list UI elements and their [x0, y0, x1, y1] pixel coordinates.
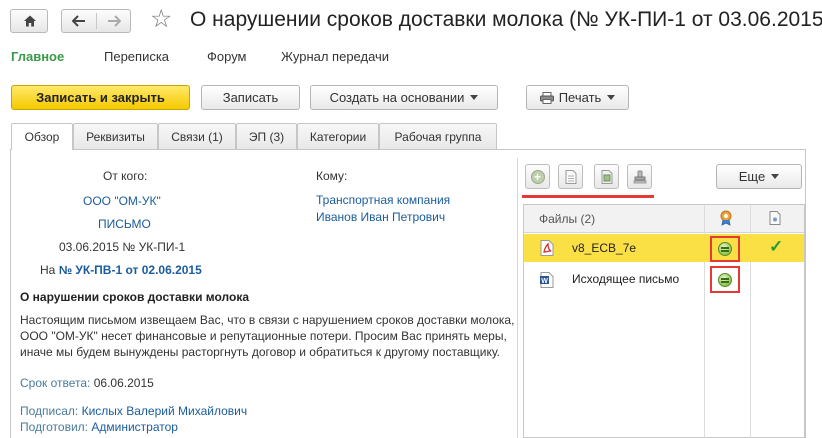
chevron-down-icon	[470, 95, 479, 100]
arrow-right-icon[interactable]	[107, 15, 121, 27]
pane-divider	[517, 158, 518, 438]
home-icon	[24, 15, 36, 27]
pdf-icon	[540, 240, 554, 256]
add-file-button[interactable]: +	[525, 164, 550, 189]
print-button[interactable]: Печать	[526, 85, 629, 110]
page-title: О нарушении сроков доставки молока (№ УК…	[190, 8, 822, 31]
save-and-close-button[interactable]: Записать и закрыть	[11, 85, 190, 110]
printer-icon	[539, 91, 554, 104]
signed-line: Подписал: Кислых Валерий Михайлович	[20, 404, 247, 418]
add-icon: +	[530, 169, 545, 184]
signed-label: Подписал:	[20, 404, 79, 418]
highlight-underline	[522, 195, 654, 198]
signature-column-icon[interactable]	[719, 210, 733, 226]
prepared-line: Подготовил: Администратор	[20, 420, 178, 434]
file-column-icon[interactable]	[769, 211, 781, 225]
tab-categories[interactable]: Категории	[297, 123, 379, 149]
arrow-left-icon[interactable]	[72, 15, 86, 27]
deadline-value: 06.06.2015	[93, 376, 154, 390]
tab-overview[interactable]: Обзор	[11, 123, 73, 150]
registration-number: 03.06.2015 № УК-ПИ-1	[59, 240, 186, 254]
scan-file-button[interactable]	[594, 164, 619, 189]
tab-requisites[interactable]: Реквизиты	[73, 123, 158, 149]
prepared-label: Подготовил:	[20, 420, 89, 434]
reply-ref-link[interactable]: № УК-ПВ-1 от 02.06.2015	[59, 263, 202, 277]
to-label: Кому:	[316, 169, 348, 183]
document-subject: О нарушении сроков доставки молока	[20, 290, 250, 304]
recipient-person-link[interactable]: Иванов Иван Петрович	[316, 210, 445, 224]
document-body: Настоящим письмом извещаем Вас, что в св…	[20, 313, 515, 359]
signed-status-icon[interactable]	[718, 273, 732, 287]
file-name[interactable]: Исходящее письмо	[572, 271, 682, 287]
reply-prefix: На	[40, 263, 56, 277]
signed-status-icon[interactable]	[718, 242, 732, 256]
menu-item-forum[interactable]: Форум	[207, 49, 247, 64]
scanner-icon	[601, 169, 612, 184]
sender-org-link[interactable]: ООО "ОМ-УК"	[83, 194, 161, 208]
files-column-header[interactable]: Файлы (2)	[539, 212, 595, 226]
chevron-down-icon	[771, 174, 780, 179]
file-name[interactable]: v8_ECB_7e	[572, 241, 636, 255]
menu-item-correspondence[interactable]: Переписка	[104, 49, 169, 64]
save-button[interactable]: Записать	[201, 85, 300, 110]
tab-signatures[interactable]: ЭП (3)	[236, 123, 297, 149]
home-button[interactable]	[10, 9, 48, 33]
more-button[interactable]: Еще	[716, 164, 802, 189]
tab-divider	[10, 149, 806, 150]
create-based-on-button[interactable]: Создать на основании	[310, 85, 498, 110]
open-file-button[interactable]	[558, 164, 583, 189]
stamp-icon	[633, 170, 646, 183]
panel-border-right	[805, 149, 806, 438]
document-type-link[interactable]: ПИСЬМО	[98, 217, 151, 231]
nav-arrows	[61, 9, 131, 33]
from-label: От кого:	[103, 169, 148, 183]
checkmark-icon: ✓	[769, 237, 784, 256]
favorite-star-icon[interactable]: ☆	[150, 7, 172, 32]
svg-text:W: W	[541, 278, 548, 285]
menu-item-main[interactable]: Главное	[11, 49, 64, 64]
signed-by-link[interactable]: Кислых Валерий Михайлович	[82, 404, 248, 418]
recipient-org-link[interactable]: Транспортная компания	[316, 193, 450, 207]
deadline-line: Срок ответа: 06.06.2015	[20, 376, 154, 390]
tab-links[interactable]: Связи (1)	[158, 123, 236, 149]
tab-workgroup[interactable]: Рабочая группа	[379, 123, 497, 149]
table-row[interactable]	[524, 234, 804, 262]
deadline-label: Срок ответа:	[20, 376, 91, 390]
sign-file-button[interactable]	[627, 164, 652, 189]
panel-border-left	[10, 149, 11, 438]
menu-item-transfer-log[interactable]: Журнал передачи	[281, 49, 389, 64]
prepared-by-link[interactable]: Администратор	[91, 420, 178, 434]
reply-to-line: На № УК-ПВ-1 от 02.06.2015	[40, 263, 202, 277]
chevron-down-icon	[607, 95, 616, 100]
document-icon	[565, 169, 576, 184]
word-icon: W	[540, 272, 554, 288]
